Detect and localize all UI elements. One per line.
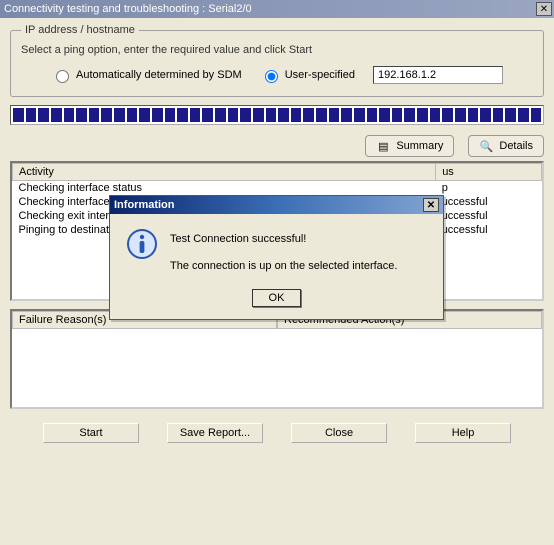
radio-user-input[interactable] [265, 70, 278, 83]
cell-activity: Checking interface status [13, 181, 436, 196]
save-report-button[interactable]: Save Report... [167, 423, 263, 443]
details-button[interactable]: 🔍 Details [468, 135, 544, 157]
dialog-text: Test Connection successful! The connecti… [170, 228, 427, 275]
summary-button[interactable]: ▤ Summary [365, 135, 454, 157]
details-label: Details [499, 140, 533, 152]
view-toolbar: ▤ Summary 🔍 Details [10, 135, 544, 157]
cell-status: uccessful [436, 195, 542, 209]
window-close-button[interactable]: ✕ [536, 2, 552, 16]
dialog-close-button[interactable]: ✕ [423, 198, 439, 212]
ip-groupbox: IP address / hostname Select a ping opti… [10, 24, 544, 97]
table-row: Checking interface status p [13, 181, 542, 196]
instruction-text: Select a ping option, enter the required… [21, 44, 533, 56]
dialog-line2: The connection is up on the selected int… [170, 259, 427, 274]
window-title: Connectivity testing and troubleshooting… [4, 3, 252, 15]
summary-icon: ▤ [376, 139, 390, 153]
dialog-title: Information [114, 199, 175, 211]
col-status: us [436, 164, 542, 181]
details-icon: 🔍 [479, 139, 493, 153]
col-activity: Activity [13, 164, 436, 181]
window-titlebar: Connectivity testing and troubleshooting… [0, 0, 554, 18]
progress-bar [10, 105, 544, 125]
start-button[interactable]: Start [43, 423, 139, 443]
info-icon [126, 228, 158, 260]
recommendation-panel: Failure Reason(s) Recommended Action(s) [10, 309, 544, 409]
radio-user[interactable]: User-specified [260, 67, 355, 83]
groupbox-legend: IP address / hostname [21, 24, 139, 36]
help-button[interactable]: Help [415, 423, 511, 443]
dialog-titlebar: Information ✕ [110, 196, 443, 214]
summary-label: Summary [396, 140, 443, 152]
information-dialog: Information ✕ Test Connection successful… [109, 195, 444, 320]
radio-user-label: User-specified [285, 69, 355, 81]
dialog-line1: Test Connection successful! [170, 232, 427, 247]
cell-status: uccessful [436, 223, 542, 237]
radio-auto[interactable]: Automatically determined by SDM [51, 67, 242, 83]
radio-auto-input[interactable] [56, 70, 69, 83]
bottom-button-bar: Start Save Report... Close Help [10, 423, 544, 443]
close-button[interactable]: Close [291, 423, 387, 443]
cell-status: p [436, 181, 542, 196]
dialog-ok-button[interactable]: OK [252, 289, 302, 307]
cell-status: uccessful [436, 209, 542, 223]
ip-address-input[interactable] [373, 66, 503, 84]
radio-auto-label: Automatically determined by SDM [76, 69, 242, 81]
